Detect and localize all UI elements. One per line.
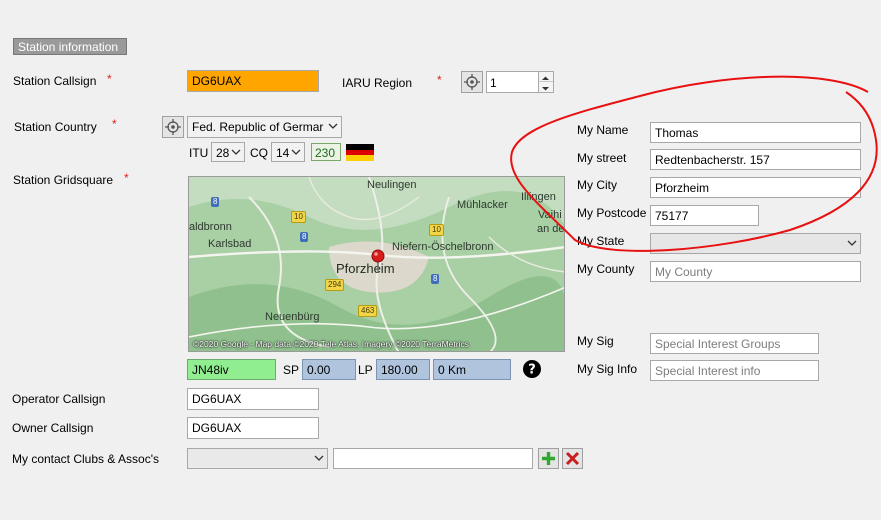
germany-flag-icon	[346, 144, 374, 161]
operator-callsign-input[interactable]: DG6UAX	[187, 388, 319, 410]
locate-region-button[interactable]	[461, 71, 483, 93]
map-place-label: Niefern-Öschelbronn	[392, 241, 494, 253]
svg-text:?: ?	[528, 363, 536, 378]
my-name-label: My Name	[577, 123, 629, 137]
chevron-down-icon	[231, 149, 241, 155]
short-path-value: 0.00	[302, 359, 356, 380]
itu-label: ITU	[189, 146, 209, 160]
iaru-region-label: IARU Region	[342, 76, 413, 90]
long-path-label: LP	[358, 363, 373, 377]
map-place-label: Karlsbad	[208, 238, 252, 250]
road-shield: 8	[211, 197, 220, 207]
iaru-region-spinner[interactable]: 1	[486, 71, 554, 93]
country-select[interactable]: Fed. Republic of Germar	[187, 116, 342, 138]
chevron-down-icon	[291, 149, 301, 155]
map-place-label: aldbronn	[189, 221, 232, 233]
plus-icon	[542, 452, 555, 465]
my-city-label: My City	[577, 178, 617, 192]
map-place-label: Illingen	[521, 191, 556, 203]
cq-label: CQ	[250, 146, 268, 160]
road-shield: 10	[429, 224, 444, 236]
cq-zone-select[interactable]: 14	[271, 142, 305, 162]
owner-callsign-input[interactable]: DG6UAX	[187, 417, 319, 439]
remove-club-button[interactable]	[562, 448, 583, 469]
map-pin-icon	[371, 249, 385, 273]
dxcc-number: 230	[311, 143, 341, 161]
my-sig-info-input[interactable]: Special Interest info	[650, 360, 819, 381]
locate-country-button[interactable]	[162, 116, 184, 138]
map-place-label: Vaihi	[538, 209, 562, 221]
spinner-down-button[interactable]	[538, 82, 553, 92]
my-postcode-label: My Postcode	[577, 206, 647, 220]
long-path-value: 180.00	[376, 359, 430, 380]
spinner-up-button[interactable]	[538, 72, 553, 82]
cq-zone-value: 14	[276, 146, 290, 160]
itu-zone-value: 28	[216, 146, 230, 160]
my-county-label: My County	[577, 262, 635, 276]
clubs-label: My contact Clubs & Assoc's	[12, 452, 160, 466]
map-place-label: an de	[537, 223, 565, 235]
road-shield: 463	[358, 305, 378, 317]
my-state-label: My State	[577, 234, 625, 248]
short-path-label: SP	[283, 363, 300, 377]
operator-callsign-label: Operator Callsign	[12, 392, 106, 406]
road-shield: 8	[431, 274, 440, 284]
map-place-label: Mühlacker	[457, 199, 508, 211]
station-country-label: Station Country	[14, 120, 97, 134]
my-sig-label: My Sig	[577, 334, 614, 348]
road-shield: 294	[325, 279, 345, 291]
clubs-select[interactable]	[187, 448, 328, 469]
section-header: Station information	[13, 38, 127, 55]
owner-callsign-label: Owner Callsign	[12, 421, 94, 435]
station-gridsquare-label: Station Gridsquare	[13, 173, 114, 187]
map-place-label: Neuenbürg	[265, 311, 320, 323]
chevron-down-icon	[328, 123, 338, 129]
road-shield: 10	[291, 211, 306, 223]
required-marker: *	[437, 73, 442, 87]
my-sig-info-label: My Sig Info	[577, 362, 638, 376]
my-street-label: My street	[577, 151, 627, 165]
distance-value: 0 Km	[433, 359, 511, 380]
country-value: Fed. Republic of Germar	[192, 120, 324, 134]
my-city-input[interactable]: Pforzheim	[650, 177, 861, 198]
target-icon	[464, 74, 480, 90]
my-county-input[interactable]: My County	[650, 261, 861, 282]
gridsquare-input[interactable]: JN48iv	[187, 359, 276, 380]
add-club-button[interactable]	[538, 448, 559, 469]
itu-zone-select[interactable]: 28	[211, 142, 245, 162]
map-place-label: Pforzheim	[336, 261, 395, 276]
chevron-down-icon	[847, 240, 857, 246]
my-street-input[interactable]: Redtenbacherstr. 157	[650, 149, 861, 170]
my-state-select[interactable]	[650, 233, 861, 254]
my-name-input[interactable]: Thomas	[650, 122, 861, 143]
clubs-text-input[interactable]	[333, 448, 533, 469]
iaru-region-value: 1	[490, 76, 497, 90]
triangle-down-icon	[542, 87, 549, 91]
required-marker: *	[107, 72, 112, 86]
my-sig-input[interactable]: Special Interest Groups	[650, 333, 819, 354]
target-icon	[165, 119, 181, 135]
my-postcode-input[interactable]: 75177	[650, 205, 759, 226]
map-place-label: Neulingen	[367, 179, 417, 191]
station-callsign-label: Station Callsign	[13, 74, 97, 88]
help-icon[interactable]: ?	[522, 359, 542, 379]
chevron-down-icon	[314, 455, 324, 461]
location-map[interactable]: Neulingen Mühlacker Illingen aldbronn Va…	[188, 176, 565, 352]
road-shield: 8	[300, 232, 309, 242]
close-icon	[565, 451, 580, 466]
required-marker: *	[124, 171, 129, 185]
map-credit: ©2020 Google - Map data ©2020 Tele Atlas…	[193, 339, 469, 349]
station-callsign-input[interactable]: DG6UAX	[187, 70, 319, 92]
required-marker: *	[112, 117, 117, 131]
